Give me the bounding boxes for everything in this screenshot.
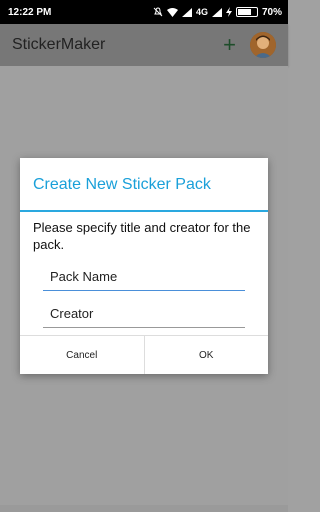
status-time: 12:22 PM xyxy=(8,6,52,18)
avatar[interactable] xyxy=(250,32,276,58)
dialog-buttons: Cancel OK xyxy=(20,335,268,374)
creator-placeholder: Creator xyxy=(50,306,94,321)
battery-icon xyxy=(235,7,258,17)
network-type: 4G xyxy=(195,7,208,17)
cancel-button[interactable]: Cancel xyxy=(20,336,144,374)
battery-fill xyxy=(237,9,251,15)
status-bar: 12:22 PM 4G 70% xyxy=(0,0,288,24)
wifi-icon xyxy=(166,7,178,17)
create-sticker-pack-dialog: Create New Sticker Pack Please specify t… xyxy=(20,158,268,374)
dialog-title: Create New Sticker Pack xyxy=(33,176,211,193)
charging-icon xyxy=(225,7,232,17)
status-icons: 4G 70% xyxy=(153,7,282,18)
pack-name-input[interactable]: Pack Name xyxy=(43,263,245,291)
signal-icon-2 xyxy=(211,7,222,17)
pack-name-placeholder: Pack Name xyxy=(50,269,118,284)
battery-percent: 70% xyxy=(261,6,282,18)
ok-button[interactable]: OK xyxy=(143,336,269,374)
bottom-edge xyxy=(0,505,288,512)
app-title: StickerMaker xyxy=(12,36,106,53)
title-divider xyxy=(20,210,268,212)
app-bar: StickerMaker + xyxy=(0,24,288,66)
notification-muted-icon xyxy=(153,7,163,17)
signal-icon xyxy=(181,7,192,17)
plus-icon[interactable]: + xyxy=(223,34,236,56)
app-bar-actions: + xyxy=(223,32,276,58)
creator-input[interactable]: Creator xyxy=(43,300,245,328)
dialog-message: Please specify title and creator for the… xyxy=(33,220,251,252)
